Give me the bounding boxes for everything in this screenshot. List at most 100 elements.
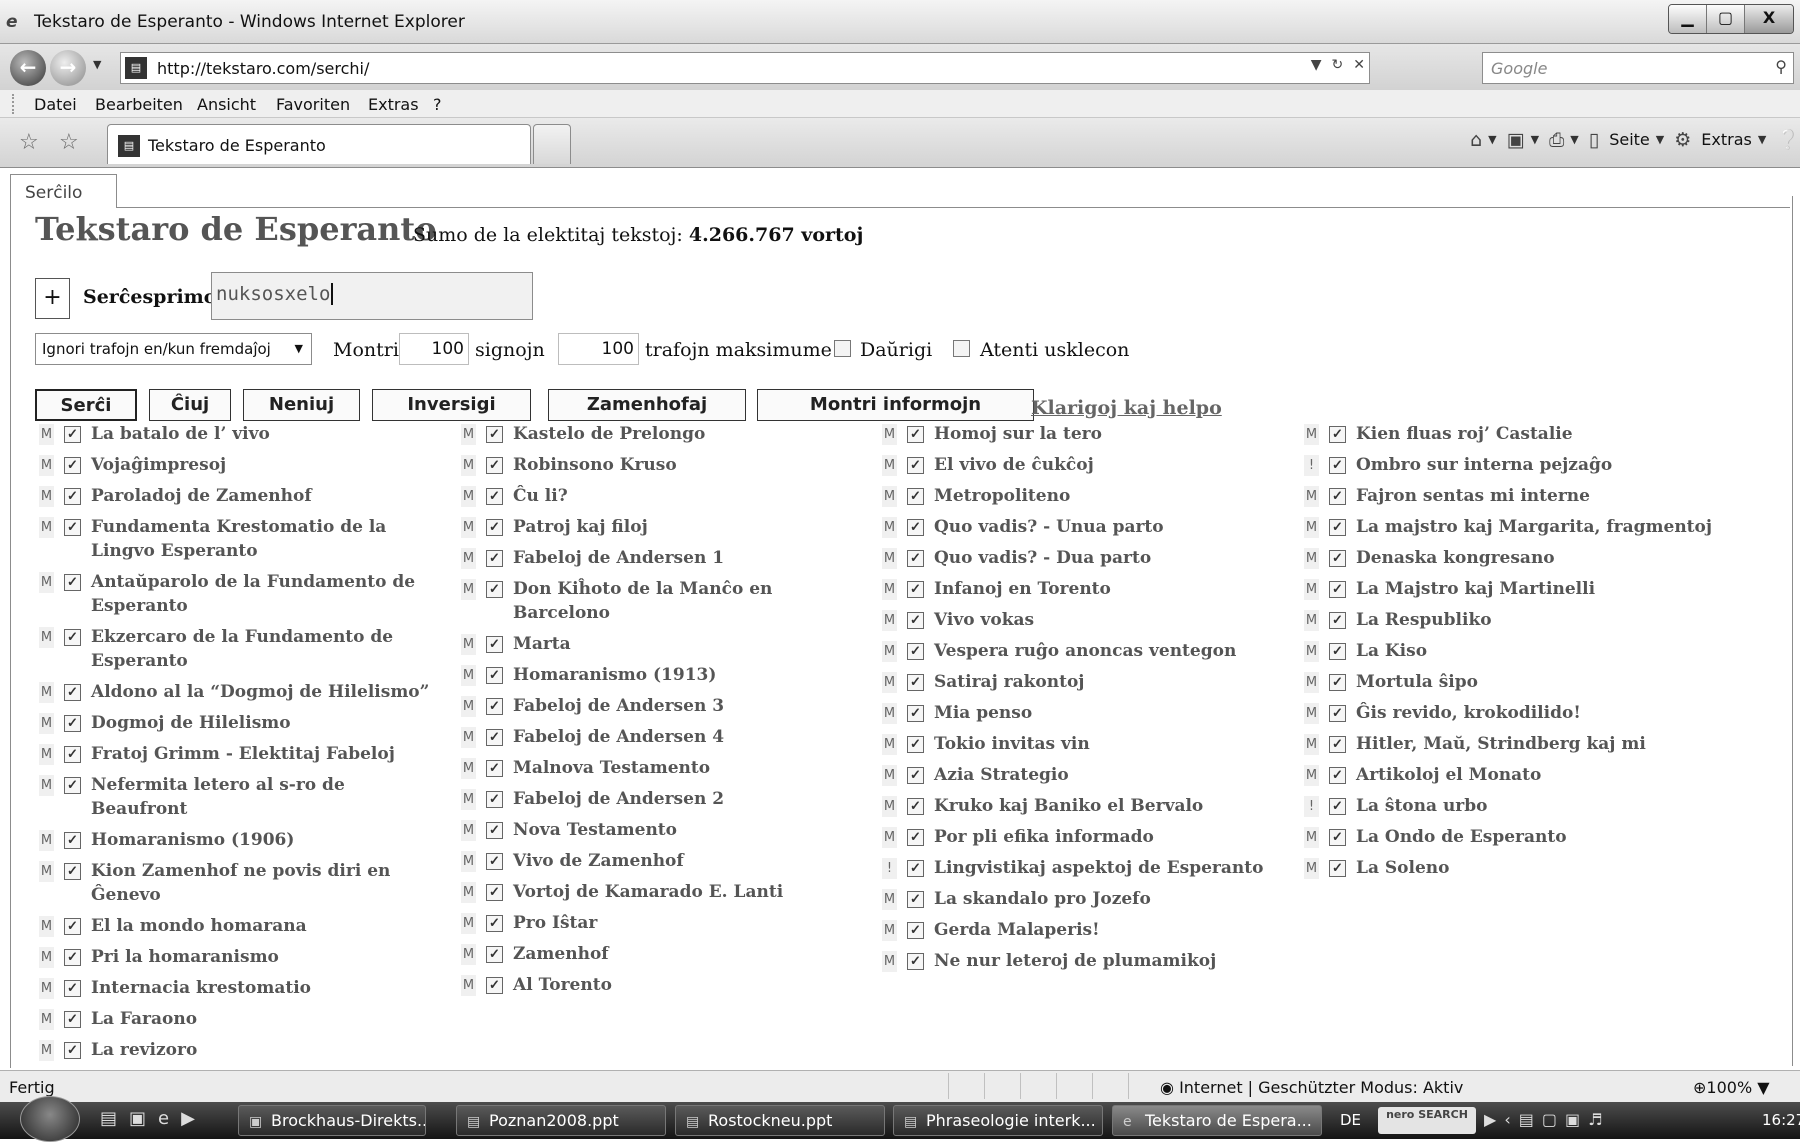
page-dropdown-icon[interactable]: ▼ xyxy=(1656,133,1664,146)
metadata-marker[interactable]: M xyxy=(882,579,897,600)
work-checkbox[interactable]: ✓ xyxy=(907,488,924,505)
metadata-marker[interactable]: M xyxy=(882,424,897,445)
close-button[interactable]: X xyxy=(1745,5,1793,33)
work-checkbox[interactable]: ✓ xyxy=(486,426,503,443)
work-checkbox[interactable]: ✓ xyxy=(907,426,924,443)
back-button[interactable]: ← xyxy=(10,50,46,86)
address-dropdown-icon[interactable]: ▼ xyxy=(1311,57,1322,73)
task-brockhaus[interactable]: ▣ Brockhaus-Direkts... xyxy=(238,1105,426,1136)
work-checkbox[interactable]: ✓ xyxy=(1329,550,1346,567)
daurigi-checkbox[interactable] xyxy=(834,340,851,357)
metadata-marker[interactable]: M xyxy=(39,517,54,538)
media-player-icon[interactable]: ▶ xyxy=(181,1108,195,1129)
metadata-marker[interactable]: M xyxy=(461,758,476,779)
show-desktop-icon[interactable]: ▤ xyxy=(100,1108,117,1129)
work-checkbox[interactable]: ✓ xyxy=(486,636,503,653)
work-checkbox[interactable]: ✓ xyxy=(64,684,81,701)
safely-remove-icon[interactable]: ▣ xyxy=(1565,1110,1580,1129)
metadata-marker[interactable]: M xyxy=(461,975,476,996)
metadata-marker[interactable]: M xyxy=(39,775,54,796)
metadata-marker[interactable]: M xyxy=(39,947,54,968)
max-hits-input[interactable]: 100 xyxy=(558,333,639,365)
signs-input[interactable]: 100 xyxy=(399,333,469,365)
work-checkbox[interactable]: ✓ xyxy=(1329,488,1346,505)
favorites-star-icon[interactable]: ☆ xyxy=(19,130,39,155)
metadata-marker[interactable]: M xyxy=(882,703,897,724)
metadata-marker[interactable]: M xyxy=(882,486,897,507)
metadata-marker[interactable]: M xyxy=(882,548,897,569)
metadata-marker[interactable]: M xyxy=(1304,703,1319,724)
network-icon[interactable]: ▤ xyxy=(1519,1110,1534,1129)
menu-bearbeiten[interactable]: Bearbeiten xyxy=(95,95,183,114)
metadata-marker[interactable]: M xyxy=(1304,672,1319,693)
metadata-marker[interactable]: M xyxy=(882,734,897,755)
work-checkbox[interactable]: ✓ xyxy=(64,1042,81,1059)
metadata-marker[interactable]: M xyxy=(882,951,897,972)
metadata-marker[interactable]: M xyxy=(39,830,54,851)
page-menu-button[interactable]: Seite xyxy=(1609,130,1650,149)
metadata-marker[interactable]: M xyxy=(461,634,476,655)
invert-selection-button[interactable]: Inversigi xyxy=(372,389,531,421)
metadata-marker[interactable]: M xyxy=(1304,424,1319,445)
work-checkbox[interactable]: ✓ xyxy=(64,629,81,646)
work-checkbox[interactable]: ✓ xyxy=(907,798,924,815)
refresh-icon[interactable]: ↻ xyxy=(1332,57,1344,73)
work-checkbox[interactable]: ✓ xyxy=(64,574,81,591)
work-checkbox[interactable]: ✓ xyxy=(486,853,503,870)
work-checkbox[interactable]: ✓ xyxy=(64,980,81,997)
work-checkbox[interactable]: ✓ xyxy=(486,822,503,839)
work-checkbox[interactable]: ✓ xyxy=(64,918,81,935)
work-checkbox[interactable]: ✓ xyxy=(64,832,81,849)
work-checkbox[interactable]: ✓ xyxy=(486,884,503,901)
work-checkbox[interactable]: ✓ xyxy=(486,791,503,808)
work-checkbox[interactable]: ✓ xyxy=(907,767,924,784)
metadata-marker[interactable]: M xyxy=(39,486,54,507)
metadata-marker[interactable]: M xyxy=(1304,641,1319,662)
metadata-marker[interactable]: M xyxy=(882,796,897,817)
metadata-marker[interactable]: M xyxy=(461,486,476,507)
metadata-marker[interactable]: M xyxy=(461,820,476,841)
show-info-button[interactable]: Montri informojn xyxy=(757,389,1034,421)
metadata-marker[interactable]: M xyxy=(39,1040,54,1061)
work-checkbox[interactable]: ✓ xyxy=(486,519,503,536)
work-checkbox[interactable]: ✓ xyxy=(1329,736,1346,753)
metadata-marker[interactable]: M xyxy=(1304,858,1319,879)
switch-windows-icon[interactable]: ▣ xyxy=(129,1108,146,1129)
work-checkbox[interactable]: ✓ xyxy=(1329,519,1346,536)
history-dropdown-icon[interactable]: ▼ xyxy=(93,58,101,71)
work-checkbox[interactable]: ✓ xyxy=(64,949,81,966)
tools-menu-button[interactable]: Extras xyxy=(1701,130,1752,149)
clock[interactable]: 16:27 xyxy=(1762,1111,1800,1129)
work-checkbox[interactable]: ✓ xyxy=(1329,457,1346,474)
work-checkbox[interactable]: ✓ xyxy=(907,550,924,567)
tools-dropdown-icon[interactable]: ▼ xyxy=(1758,133,1766,146)
metadata-marker[interactable]: M xyxy=(882,672,897,693)
feeds-icon[interactable]: ▣ xyxy=(1507,129,1525,151)
work-checkbox[interactable]: ✓ xyxy=(1329,581,1346,598)
metadata-marker[interactable]: M xyxy=(461,851,476,872)
metadata-marker[interactable]: M xyxy=(461,789,476,810)
address-bar[interactable]: ▤ http://tekstaro.com/serchi/ ▼ ↻ ✕ xyxy=(120,52,1370,84)
metadata-marker[interactable]: M xyxy=(1304,827,1319,848)
work-checkbox[interactable]: ✓ xyxy=(907,860,924,877)
work-checkbox[interactable]: ✓ xyxy=(907,519,924,536)
metadata-marker[interactable]: M xyxy=(882,827,897,848)
work-checkbox[interactable]: ✓ xyxy=(1329,798,1346,815)
metadata-marker[interactable]: M xyxy=(39,744,54,765)
work-checkbox[interactable]: ✓ xyxy=(907,674,924,691)
case-sensitive-checkbox[interactable] xyxy=(953,340,970,357)
work-checkbox[interactable]: ✓ xyxy=(64,1011,81,1028)
work-checkbox[interactable]: ✓ xyxy=(907,891,924,908)
work-checkbox[interactable]: ✓ xyxy=(486,550,503,567)
metadata-marker[interactable]: M xyxy=(461,548,476,569)
metadata-marker[interactable]: M xyxy=(882,889,897,910)
work-checkbox[interactable]: ✓ xyxy=(907,643,924,660)
minimize-button[interactable]: ▁ xyxy=(1669,5,1707,33)
metadata-marker[interactable]: M xyxy=(461,913,476,934)
stop-icon[interactable]: ✕ xyxy=(1353,57,1365,73)
print-icon[interactable]: ⎙ xyxy=(1549,129,1564,151)
metadata-marker[interactable]: M xyxy=(1304,486,1319,507)
ignore-foreign-select[interactable]: Ignori trafojn en/kun fremdaĵoj ▼ xyxy=(35,333,312,365)
address-url[interactable]: http://tekstaro.com/serchi/ xyxy=(157,59,369,78)
work-checkbox[interactable]: ✓ xyxy=(907,953,924,970)
